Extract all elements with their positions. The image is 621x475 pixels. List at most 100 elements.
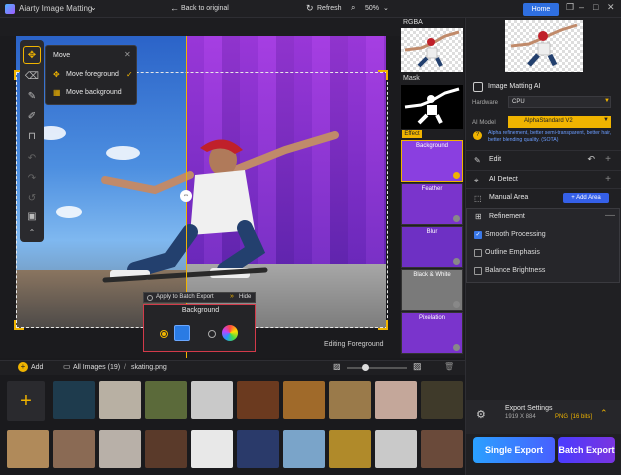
move-background-option[interactable]: Move background (66, 89, 122, 96)
thumbnail-size-slider[interactable] (347, 367, 407, 369)
zoom-level[interactable]: 50% (365, 5, 379, 12)
hide-chevron-icon[interactable]: » (230, 293, 234, 300)
gallery-thumbnail[interactable] (329, 381, 371, 419)
outline-emphasis-checkbox[interactable] (474, 249, 482, 257)
manual-area-section[interactable]: ⬚ Manual Area + Add Area (466, 188, 621, 206)
collapse-icon[interactable]: — (605, 210, 615, 221)
close-icon[interactable]: ✕ (124, 50, 131, 59)
undo-button[interactable]: ↶ (23, 150, 41, 168)
balance-brightness-checkbox[interactable] (474, 267, 482, 275)
slider-handle[interactable] (362, 364, 369, 371)
brush-tool-button[interactable]: ✎ (23, 88, 41, 106)
color-picker-icon[interactable] (222, 325, 238, 341)
gallery-thumbnail[interactable] (421, 430, 463, 468)
background-image-icon[interactable] (174, 325, 190, 341)
rgba-preview[interactable] (401, 28, 463, 72)
smooth-processing-checkbox[interactable]: ✓ (474, 231, 482, 239)
effect-black-white[interactable]: Black & White (401, 269, 463, 311)
add-image-tile[interactable]: + (7, 381, 45, 421)
gallery-thumbnail[interactable] (7, 430, 49, 468)
eraser-tool-button[interactable]: ⌫ (23, 68, 41, 86)
gallery-thumbnail[interactable] (329, 430, 371, 468)
effect-radio[interactable] (453, 258, 460, 265)
add-area-button[interactable]: + Add Area (563, 193, 609, 203)
effect-radio[interactable] (453, 301, 460, 308)
resize-handle-top-right[interactable] (378, 70, 388, 80)
plus-icon[interactable]: + (605, 154, 611, 165)
gallery-thumbnail[interactable] (375, 381, 417, 419)
maximize-icon[interactable]: □ (593, 2, 598, 12)
reset-button[interactable]: ↺ (23, 190, 41, 208)
effect-label: Background (415, 143, 449, 149)
minimize-icon[interactable]: – (579, 2, 584, 12)
add-icon[interactable]: + (18, 362, 28, 372)
sweep-brush-tool-button[interactable]: ✐ (23, 108, 41, 126)
effect-pixelation[interactable]: Pixelation (401, 312, 463, 354)
effect-radio[interactable] (453, 172, 460, 179)
effect-background[interactable]: Background (401, 140, 463, 182)
gallery-thumbnail[interactable] (283, 381, 325, 419)
plus-icon[interactable]: + (605, 174, 611, 185)
gallery-thumbnail[interactable] (237, 381, 279, 419)
hardware-select[interactable]: CPU ▼ (508, 96, 611, 108)
balance-brightness-label[interactable]: Balance Brightness (485, 267, 545, 274)
breadcrumb-all-images[interactable]: All Images (19) (73, 364, 120, 371)
effect-blur[interactable]: Blur (401, 226, 463, 268)
trash-icon[interactable]: 🗑 (444, 362, 454, 371)
back-to-original-button[interactable]: Back to original (181, 5, 229, 12)
effect-radio[interactable] (453, 344, 460, 351)
export-bit-depth: [16 bits] (571, 414, 593, 420)
single-export-button[interactable]: Single Export (473, 437, 555, 463)
zoom-chevron-icon[interactable]: ⌄ (383, 4, 389, 12)
gallery-thumbnail[interactable] (99, 381, 141, 419)
chevron-up-icon[interactable]: ⌃ (600, 408, 608, 419)
collapse-tools-button[interactable]: ⌃ (23, 224, 41, 242)
close-window-icon[interactable]: ✕ (607, 2, 615, 13)
gallery-thumbnail[interactable] (145, 381, 187, 419)
gallery-thumbnail[interactable] (283, 430, 325, 468)
hide-button[interactable]: Hide (239, 294, 251, 300)
redo-button[interactable]: ↷ (23, 170, 41, 188)
outline-emphasis-label[interactable]: Outline Emphasis (485, 249, 540, 256)
resize-handle-bottom-left[interactable] (14, 320, 24, 330)
ai-model-select[interactable]: AlphaStandard V2 ▼ (508, 116, 611, 128)
smooth-processing-label[interactable]: Smooth Processing (485, 231, 546, 238)
restore-icon[interactable]: ❐ (566, 2, 574, 13)
selection-box[interactable] (16, 72, 388, 328)
gallery-thumbnail[interactable] (53, 381, 95, 419)
app-window: Aiarty Image Matting ⌄ Home ❐ – □ ✕ ← Ba… (0, 0, 621, 475)
effect-radio[interactable] (453, 215, 460, 222)
gallery-thumbnail[interactable] (421, 381, 463, 419)
move-foreground-option[interactable]: Move foreground (66, 71, 119, 78)
paint-roller-tool-button[interactable]: ⊓ (23, 128, 41, 146)
gallery-thumbnail[interactable] (53, 430, 95, 468)
image-matting-icon (473, 82, 483, 92)
refresh-button[interactable]: Refresh (317, 5, 342, 12)
home-button[interactable]: Home (523, 3, 559, 16)
effect-feather[interactable]: Feather (401, 183, 463, 225)
back-arrow-icon[interactable]: ← (170, 3, 179, 13)
gallery-thumbnail[interactable] (145, 430, 187, 468)
ai-detect-section[interactable]: ⌖ AI Detect + (466, 170, 621, 188)
add-button[interactable]: Add (31, 364, 43, 371)
gallery-thumbnail[interactable] (237, 430, 279, 468)
gallery-thumbnail[interactable] (191, 430, 233, 468)
help-icon[interactable]: ? (473, 131, 482, 140)
gallery-thumbnail[interactable] (99, 430, 141, 468)
apply-batch-radio[interactable] (147, 295, 153, 301)
mask-preview[interactable] (401, 85, 463, 129)
resize-handle-bottom-right[interactable] (378, 320, 388, 330)
refresh-icon[interactable]: ↻ (306, 3, 314, 14)
edit-section[interactable]: ✎ Edit ↶ + (466, 150, 621, 168)
apply-batch-label[interactable]: Apply to Batch Export (156, 294, 214, 300)
background-color-radio[interactable] (208, 330, 216, 338)
effect-label: Pixelation (418, 315, 445, 321)
move-tool-button[interactable]: ✥ (23, 46, 41, 64)
batch-export-button[interactable]: Batch Export (558, 437, 615, 463)
gallery-thumbnail[interactable] (191, 381, 233, 419)
check-icon: ✓ (126, 70, 133, 79)
gallery-thumbnail[interactable] (375, 430, 417, 468)
app-menu-chevron-icon[interactable]: ⌄ (90, 3, 97, 12)
undo-icon[interactable]: ↶ (587, 154, 595, 165)
compare-split-handle[interactable]: ⇔ (180, 190, 192, 202)
